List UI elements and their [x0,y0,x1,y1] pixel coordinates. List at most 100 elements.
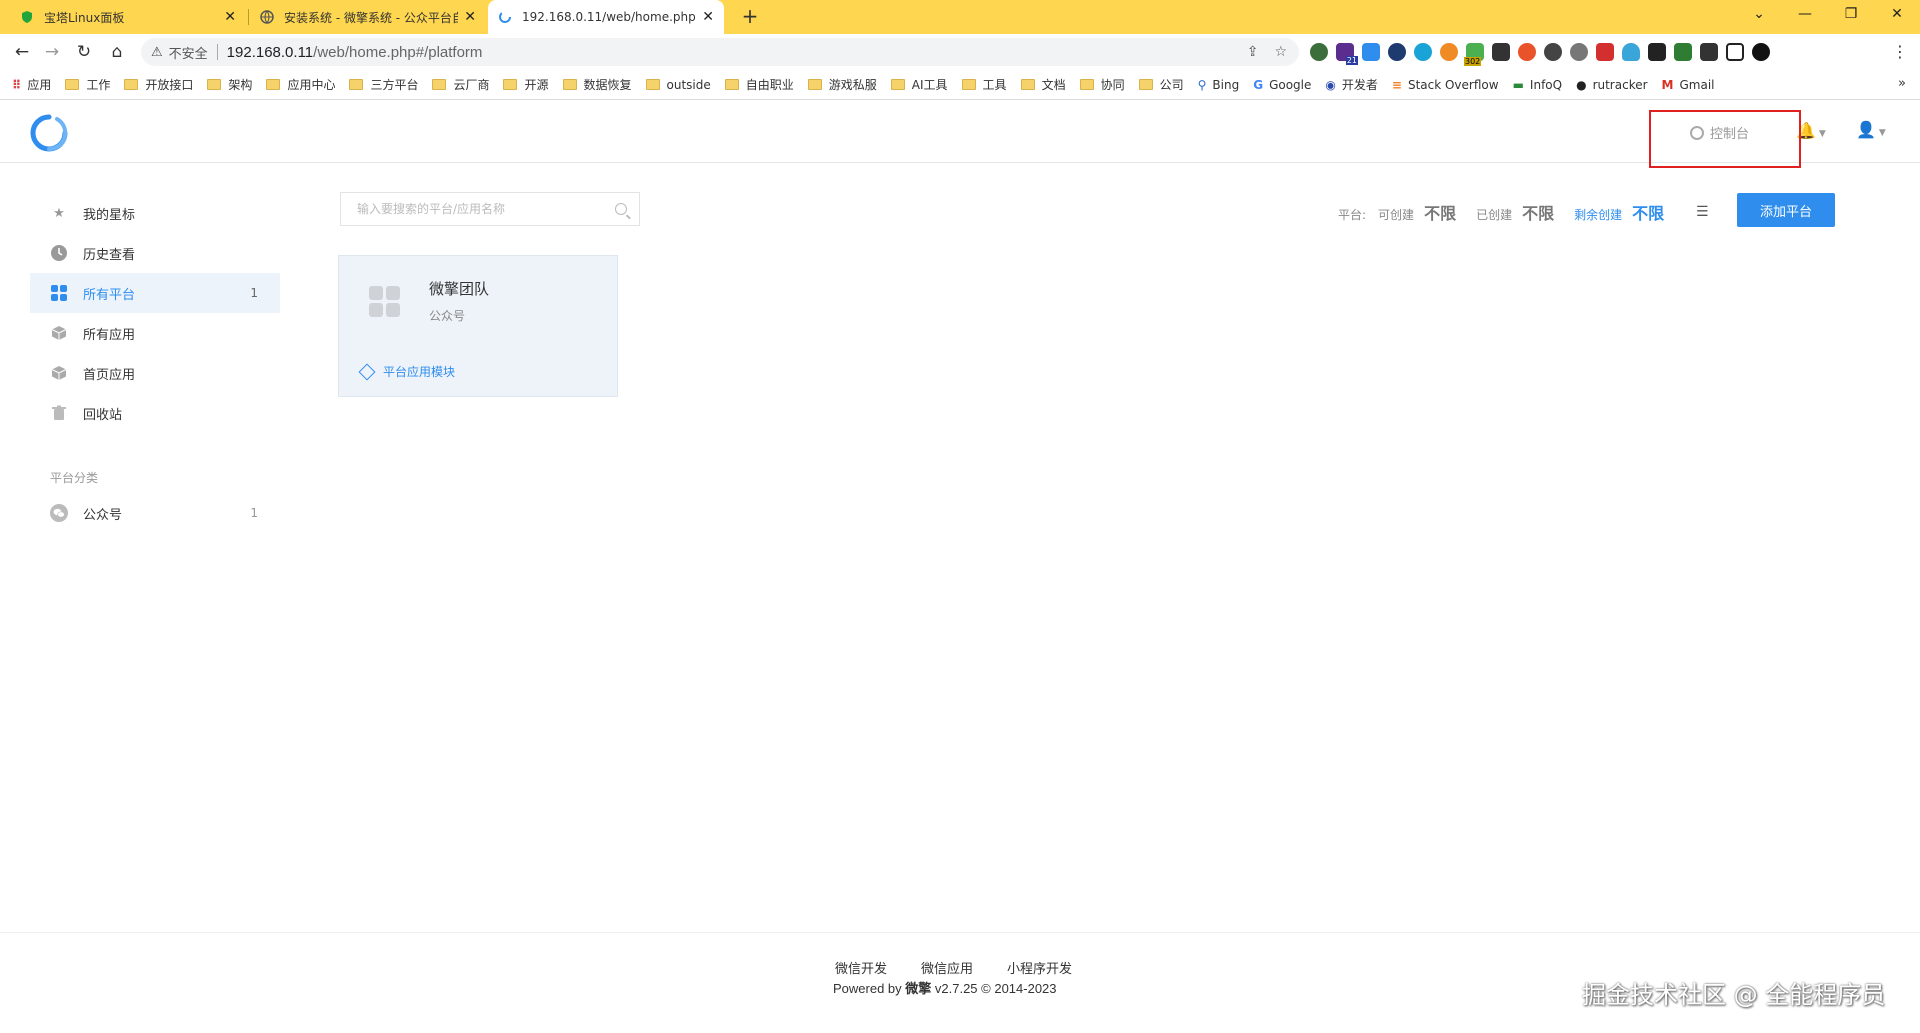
bookmark-folder[interactable]: 游戏私服 [807,76,877,93]
close-icon[interactable]: ✕ [702,9,714,25]
extension-icon[interactable] [1596,43,1614,61]
address-bar[interactable]: ⚠ 不安全 192.168.0.11/web/home.php#/platfor… [141,38,1299,66]
sidebar-item-starred[interactable]: ★ 我的星标 [30,193,280,233]
bookmark-folder[interactable]: 自由职业 [724,76,794,93]
bookmark-folder[interactable]: 应用中心 [266,76,335,93]
footer-link[interactable]: 小程序开发 [1007,958,1072,977]
extension-icon[interactable] [1414,43,1432,61]
bookmark-folder[interactable]: 三方平台 [349,76,418,93]
close-icon[interactable]: ✕ [224,9,236,25]
sort-icon[interactable]: ☰ [1696,204,1709,220]
extension-icon[interactable] [1388,43,1406,61]
bookmark-apps[interactable]: ⠿ 应用 [12,76,51,93]
extension-icon[interactable] [1570,43,1588,61]
extension-icon[interactable] [1518,43,1536,61]
extension-icon[interactable] [1310,43,1328,61]
browser-tab[interactable]: 宝塔Linux面板 ✕ [10,0,246,34]
reload-icon[interactable]: ↻ [70,38,98,66]
sidebar-item-category-official-account[interactable]: 公众号 1 [30,493,280,533]
bookmark-site[interactable]: ⚲ Bing [1198,78,1240,92]
restore-button[interactable]: ❐ [1828,0,1874,30]
extension-icon[interactable] [1492,43,1510,61]
insecure-label[interactable]: 不安全 [169,43,208,62]
browser-tab[interactable]: 安装系统 - 微擎系统 - 公众平台自… ✕ [250,0,486,34]
extension-badge: 302 [1464,57,1482,66]
bookmark-site[interactable]: M Gmail [1662,78,1715,92]
tab-search-button[interactable]: ⌄ [1736,0,1782,30]
platform-card[interactable]: 微擎团队 公众号 平台应用模块 [338,255,618,397]
bookmark-folder[interactable]: 公司 [1138,76,1184,93]
home-icon[interactable]: ⌂ [103,38,131,66]
bookmark-folder[interactable]: outside [645,78,711,92]
extension-icon[interactable]: 302 [1464,43,1484,66]
sidebar-item-home-apps[interactable]: 首页应用 [30,353,280,393]
footer-link[interactable]: 微信开发 [835,958,887,977]
app-logo[interactable] [28,113,70,153]
sidebar-item-history[interactable]: 历史查看 [30,233,280,273]
menu-kebab-icon[interactable]: ⋮ [1892,42,1908,61]
bookmark-folder[interactable]: 协同 [1079,76,1125,93]
bookmark-site[interactable]: ◉ 开发者 [1325,76,1378,93]
extension-icon[interactable]: 21 [1336,43,1358,65]
bookmark-site[interactable]: ● rutracker [1576,78,1647,92]
platform-module-link[interactable]: 平台应用模块 [358,363,455,380]
bookmark-folder[interactable]: 数据恢复 [562,76,632,93]
bookmark-folder[interactable]: AI工具 [890,76,948,93]
bookmark-site[interactable]: ≡ Stack Overflow [1392,78,1499,92]
minimize-button[interactable]: — [1782,0,1828,30]
bookmark-folder[interactable]: 架构 [207,76,252,93]
bookmark-label: 数据恢复 [583,78,632,92]
share-icon[interactable]: ⇪ [1247,44,1259,60]
search-input[interactable] [355,201,615,217]
folder-icon [562,79,577,90]
new-tab-button[interactable]: + [737,4,763,30]
extension-icon[interactable] [1440,43,1458,61]
puzzle-icon[interactable] [1700,43,1718,61]
close-window-button[interactable]: ✕ [1874,0,1920,30]
sidebar-item-all-apps[interactable]: 所有应用 [30,313,280,353]
bookmark-label: 游戏私服 [828,78,877,92]
sidepanel-icon[interactable] [1726,43,1744,61]
extension-icon[interactable] [1622,43,1640,61]
platform-stats: 平台: 可创建 不限 已创建 不限 剩余创建 不限 [1338,200,1684,224]
search-icon[interactable] [615,203,627,215]
platform-search [340,192,640,226]
folder-icon [266,79,281,90]
bookmarks-overflow-button[interactable]: » [1898,76,1906,91]
bookmark-folder[interactable]: 开源 [503,76,549,93]
infoq-icon: ▬ [1512,77,1524,92]
folder-icon [724,79,739,90]
bookmark-site[interactable]: G Google [1253,78,1311,92]
close-icon[interactable]: ✕ [464,9,476,25]
profile-avatar-icon[interactable] [1752,43,1770,61]
browser-tab-active[interactable]: 192.168.0.11/web/home.php# ✕ [488,0,724,34]
user-menu[interactable]: 👤 ▼ [1856,120,1886,139]
bookmark-label: Stack Overflow [1407,77,1499,92]
bookmark-folder[interactable]: 云厂商 [432,76,489,93]
bookmark-folder[interactable]: 工具 [961,76,1007,93]
cube-icon [358,363,376,380]
warning-icon[interactable]: ⚠ [151,45,163,60]
sidebar-item-recycle-bin[interactable]: 回收站 [30,393,280,433]
footer-divider [0,932,1920,933]
add-platform-button[interactable]: 添加平台 [1737,193,1835,227]
sidebar-item-all-platforms[interactable]: 所有平台 1 [30,273,280,313]
bookmark-folder[interactable]: 文档 [1020,76,1066,93]
bookmark-label: rutracker [1592,77,1648,92]
bookmark-folder[interactable]: 开放接口 [124,76,193,93]
forward-icon[interactable]: → [38,38,66,66]
folder-icon [1020,79,1035,90]
footer-link[interactable]: 微信应用 [921,958,973,977]
bookmark-site[interactable]: ▬ InfoQ [1513,78,1563,92]
extension-icon[interactable] [1362,43,1380,61]
platform-name[interactable]: 微擎团队 [429,278,489,299]
extension-icon[interactable] [1544,43,1562,61]
bookmark-label: 云厂商 [453,78,490,92]
extension-icon[interactable] [1648,43,1666,61]
back-icon[interactable]: ← [8,38,36,66]
bookmark-star-icon[interactable]: ☆ [1274,44,1287,60]
browser-tab-strip: 宝塔Linux面板 ✕ 安装系统 - 微擎系统 - 公众平台自… ✕ 192.1… [0,0,1920,34]
url-text[interactable]: 192.168.0.11/web/home.php#/platform [227,44,483,61]
extension-icon[interactable] [1674,43,1692,61]
bookmark-folder[interactable]: 工作 [65,76,110,93]
